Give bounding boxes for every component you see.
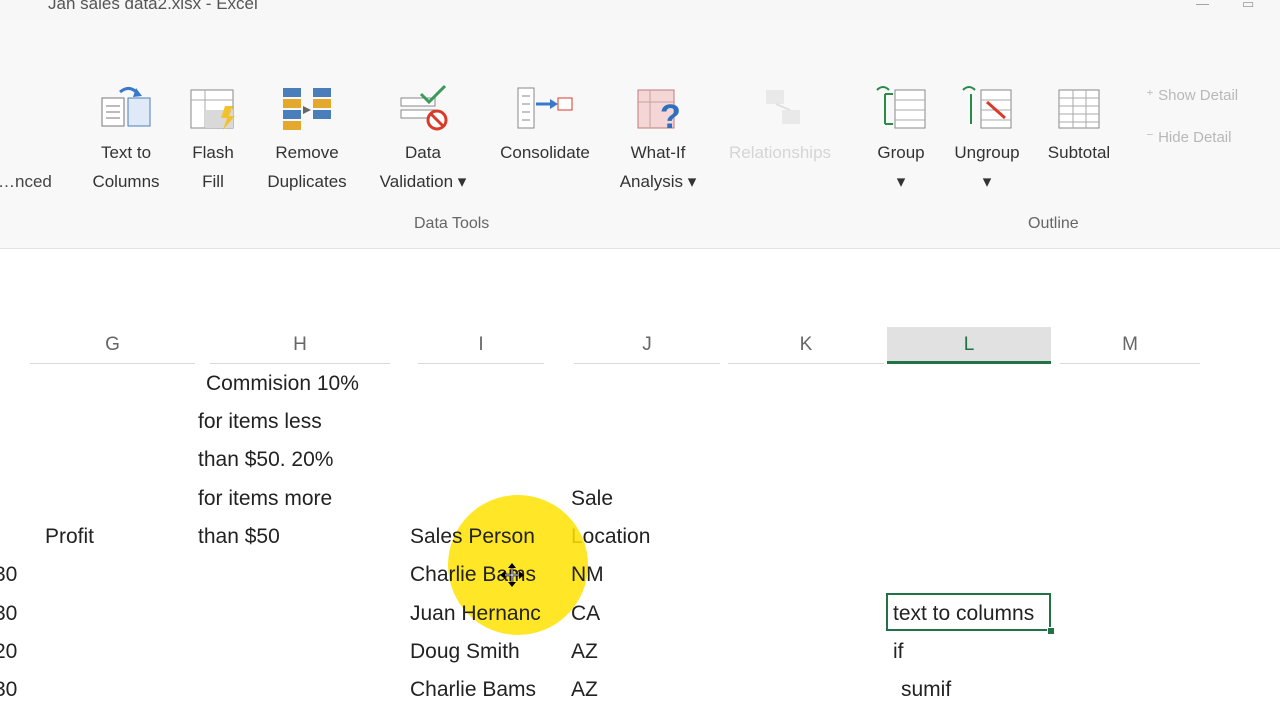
remove-duplicates-label: Remove Duplicates [267, 143, 347, 191]
move-cursor-icon [500, 563, 524, 587]
group-button[interactable]: Group ▾ [864, 84, 938, 196]
remove-duplicates-icon [283, 88, 331, 130]
subtotal-label: Subtotal [1047, 143, 1111, 162]
column-header-g[interactable]: G [30, 327, 195, 364]
title-bar: Jan sales data2.xlsx - Excel — ▭ [0, 0, 1280, 22]
column-header-j[interactable]: J [574, 327, 720, 364]
minimize-icon[interactable]: — [1196, 0, 1209, 11]
text-to-columns-button[interactable]: Text to Columns [80, 84, 172, 196]
what-if-analysis-button[interactable]: ? What-If Analysis ▾ [608, 84, 708, 196]
hide-detail-label: Hide Detail [1158, 129, 1232, 146]
cell-f-row-2[interactable]: 30 [0, 595, 17, 633]
svg-text:?: ? [660, 98, 681, 132]
consolidate-label: Consolidate [500, 143, 590, 162]
relationships-button: Relationships [716, 84, 844, 167]
subtotal-button[interactable]: Subtotal [1036, 84, 1122, 167]
ungroup-button[interactable]: Ungroup ▾ [942, 84, 1032, 196]
group-label-data-tools: Data Tools [414, 215, 490, 232]
cell-h-header-line-4[interactable]: for items more [198, 480, 332, 518]
consolidate-button[interactable]: Consolidate [486, 84, 604, 167]
cell-g-header[interactable]: Profit [45, 518, 94, 556]
text-to-columns-label: Text to Columns [92, 143, 160, 191]
relationships-icon [766, 90, 800, 124]
what-if-analysis-icon: ? [637, 89, 681, 132]
column-header-i[interactable]: I [418, 327, 544, 364]
hide-detail-button[interactable]: ⁻ Hide Detail [1146, 128, 1231, 146]
flash-fill-button[interactable]: Flash Fill [180, 84, 246, 196]
cell-f-row-1[interactable]: 30 [0, 556, 17, 594]
cell-h-header-line-2[interactable]: for items less [198, 403, 322, 441]
cell-h-header-line-3[interactable]: than $50. 20% [198, 441, 333, 479]
data-validation-button[interactable]: Data Validation ▾ [362, 84, 484, 196]
text-to-columns-icon [101, 87, 151, 127]
hide-detail-icon: ⁻ [1146, 129, 1154, 146]
restore-icon[interactable]: ▭ [1242, 0, 1254, 12]
column-header-k[interactable]: K [728, 327, 884, 364]
flash-fill-label: Flash Fill [192, 143, 234, 191]
data-validation-icon [400, 84, 448, 131]
fill-handle[interactable] [1047, 627, 1055, 635]
cell-f-row-4[interactable]: 30 [0, 671, 17, 709]
ribbon: …nced Text to Columns Flash Fill Remove … [0, 22, 1280, 249]
consolidate-icon [517, 87, 573, 129]
column-header-h[interactable]: H [210, 327, 390, 364]
group-icon [876, 86, 926, 129]
show-detail-label: Show Detail [1158, 87, 1239, 104]
flash-fill-icon [190, 89, 235, 130]
worksheet-grid[interactable]: Commision 10% for items less than $50. 2… [0, 365, 1280, 720]
ungroup-label: Ungroup ▾ [954, 143, 1020, 191]
active-cell-border[interactable] [886, 593, 1051, 631]
ungroup-icon [962, 86, 1012, 129]
group-label: Group ▾ [877, 143, 925, 191]
advanced-label-partial[interactable]: …nced [0, 172, 52, 192]
relationships-label: Relationships [728, 143, 832, 162]
show-detail-icon: ⁺ [1146, 87, 1154, 104]
cell-h-header-line-5[interactable]: than $50 [198, 518, 280, 556]
cell-f-row-3[interactable]: 20 [0, 633, 17, 671]
window-title: Jan sales data2.xlsx - Excel [48, 0, 258, 13]
column-headers: G H I J K L M [0, 327, 1280, 365]
cell-j-header-line-1[interactable]: Sale [571, 480, 613, 518]
group-label-outline: Outline [1028, 215, 1079, 232]
data-validation-label: Data Validation ▾ [379, 143, 467, 191]
subtotal-icon [1058, 89, 1100, 129]
show-detail-button[interactable]: ⁺ Show Detail [1146, 86, 1238, 104]
column-header-l[interactable]: L [887, 327, 1051, 364]
remove-duplicates-button[interactable]: Remove Duplicates [256, 84, 358, 196]
cell-h-header-line-1[interactable]: Commision 10% [206, 365, 359, 403]
what-if-analysis-label: What-If Analysis ▾ [619, 143, 697, 191]
column-header-m[interactable]: M [1060, 327, 1200, 364]
